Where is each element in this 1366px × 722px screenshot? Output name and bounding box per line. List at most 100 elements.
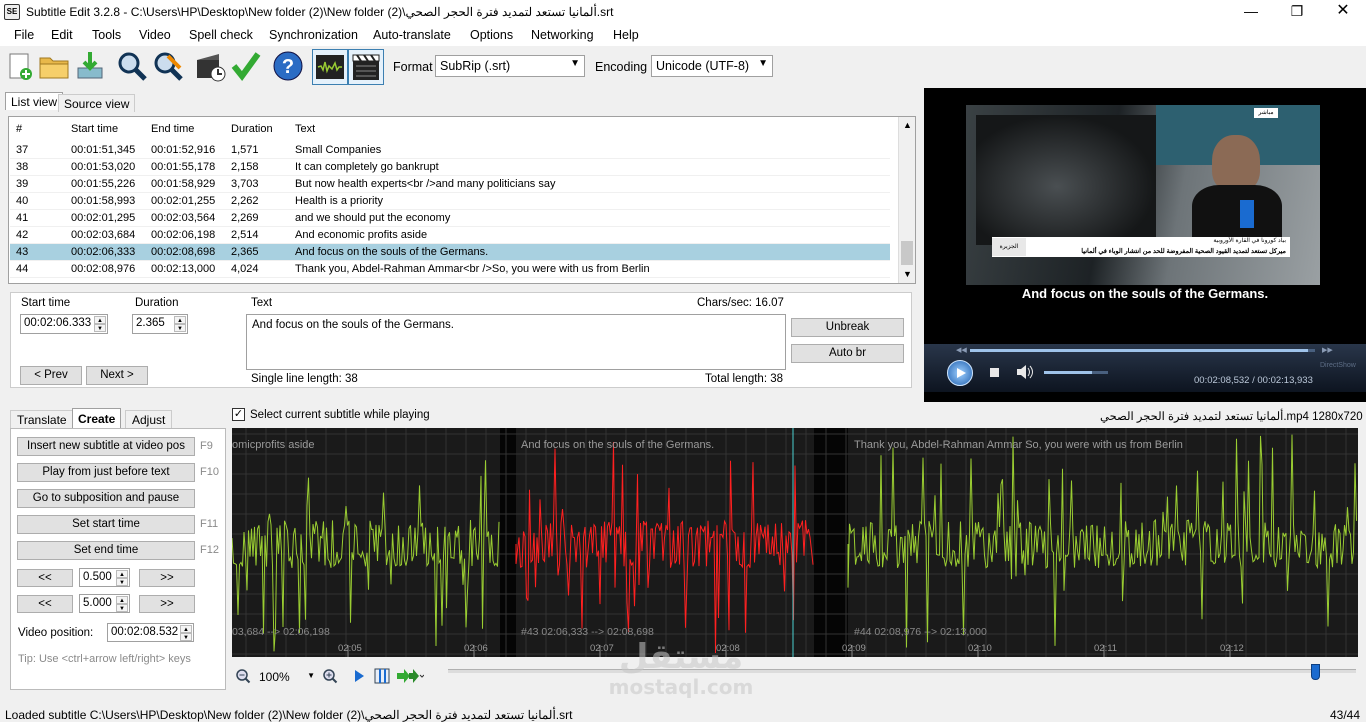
- scroll-up-icon[interactable]: ▲: [903, 120, 912, 130]
- table-row[interactable]: 43 00:02:06,333 00:02:08,698 2,365 And focus…: [10, 244, 890, 261]
- replace-icon[interactable]: [152, 50, 184, 82]
- col-number[interactable]: #: [16, 121, 22, 138]
- next-subtitle-arrows-icon[interactable]: [396, 668, 424, 684]
- new-file-icon[interactable]: [4, 50, 36, 82]
- shortcut-key: F10: [200, 466, 219, 478]
- stop-icon[interactable]: [990, 368, 999, 377]
- col-end-time[interactable]: End time: [151, 121, 194, 138]
- spin-up-icon[interactable]: ▲: [94, 316, 106, 324]
- scroll-thumb[interactable]: [901, 241, 913, 265]
- fast-forward-icon[interactable]: ▶▶: [1322, 346, 1333, 354]
- table-row[interactable]: 39 00:01:55,226 00:01:58,929 3,703 But now h…: [10, 176, 890, 193]
- menu-video[interactable]: Video: [139, 28, 171, 42]
- forward-small-button[interactable]: >>: [139, 569, 195, 587]
- tab-source-view[interactable]: Source view: [58, 94, 136, 112]
- table-row[interactable]: 41 00:02:01,295 00:02:03,564 2,269 and we sh…: [10, 210, 890, 227]
- format-select[interactable]: SubRip (.srt) ▼: [435, 55, 585, 77]
- table-row[interactable]: 42 00:02:03,684 00:02:06,198 2,514 And econo…: [10, 227, 890, 244]
- tab-adjust[interactable]: Adjust: [125, 410, 173, 429]
- set-end-time-button[interactable]: Set end time: [17, 541, 195, 560]
- menu-tools[interactable]: Tools: [92, 28, 121, 42]
- table-row[interactable]: 40 00:01:58,993 00:02:01,255 2,262 Health is…: [10, 193, 890, 210]
- gap-region: [814, 428, 848, 657]
- save-download-icon[interactable]: [74, 50, 106, 82]
- waveform-panel[interactable]: omicprofits aside And focus on the souls…: [232, 428, 1358, 657]
- open-folder-icon[interactable]: [38, 50, 70, 82]
- minimize-icon[interactable]: —: [1228, 0, 1274, 24]
- forward-large-button[interactable]: >>: [139, 595, 195, 613]
- col-start-time[interactable]: Start time: [71, 121, 118, 138]
- prev-button[interactable]: < Prev: [20, 366, 82, 385]
- shortcut-key: F12: [200, 544, 219, 556]
- visual-sync-icon[interactable]: [194, 50, 226, 82]
- waveform-grid-icon[interactable]: [374, 668, 390, 684]
- insert-new-subtitle-at-video-pos-button[interactable]: Insert new subtitle at video pos: [17, 437, 195, 456]
- subtitle-text-area[interactable]: And focus on the souls of the Germans.: [246, 314, 786, 370]
- table-row[interactable]: 37 00:01:51,345 00:01:52,916 1,571 Small Com…: [10, 142, 890, 159]
- waveform-toggle-button[interactable]: [312, 49, 348, 85]
- encoding-select[interactable]: Unicode (UTF-8) ▼: [651, 55, 773, 77]
- small-step-field[interactable]: 0.500 ▲ ▼: [79, 568, 130, 587]
- close-icon[interactable]: ✕: [1320, 0, 1366, 24]
- zoom-select[interactable]: 100% ▼: [256, 668, 318, 686]
- set-start-time-button[interactable]: Set start time: [17, 515, 195, 534]
- position-slider-thumb[interactable]: [1311, 664, 1320, 680]
- back-large-button[interactable]: <<: [17, 595, 73, 613]
- select-while-playing-checkbox[interactable]: ✓: [232, 408, 245, 421]
- zoom-in-icon[interactable]: [322, 668, 338, 684]
- video-toggle-button[interactable]: [348, 49, 384, 85]
- menu-spell-check[interactable]: Spell check: [189, 28, 253, 42]
- col-text[interactable]: Text: [295, 121, 315, 138]
- menu-synchronization[interactable]: Synchronization: [269, 28, 358, 42]
- menu-help[interactable]: Help: [613, 28, 639, 42]
- video-position-field[interactable]: 00:02:08.532 ▲ ▼: [107, 623, 194, 642]
- tab-translate[interactable]: Translate: [10, 410, 74, 429]
- spin-up-icon[interactable]: ▲: [174, 316, 186, 324]
- spell-check-icon[interactable]: [230, 50, 262, 82]
- tab-list-view[interactable]: List view: [5, 92, 64, 110]
- rewind-icon[interactable]: ◀◀: [956, 346, 967, 354]
- spin-down-icon[interactable]: ▼: [174, 324, 186, 332]
- spin-down-icon[interactable]: ▼: [116, 604, 128, 612]
- spin-up-icon[interactable]: ▲: [116, 596, 128, 604]
- segment-text-current: And focus on the souls of the Germans.: [521, 439, 715, 451]
- menu-edit[interactable]: Edit: [51, 28, 73, 42]
- go-to-subposition-and-pause-button[interactable]: Go to subposition and pause: [17, 489, 195, 508]
- menu-options[interactable]: Options: [470, 28, 513, 42]
- zoom-out-icon[interactable]: [235, 668, 251, 684]
- scroll-down-icon[interactable]: ▼: [903, 269, 912, 279]
- find-icon[interactable]: [116, 50, 148, 82]
- car-window-image: [976, 115, 1156, 245]
- play-button[interactable]: [947, 360, 973, 386]
- volume-icon[interactable]: [1016, 364, 1034, 380]
- menu-auto-translate[interactable]: Auto-translate: [373, 28, 451, 42]
- play-selection-icon[interactable]: [352, 669, 366, 683]
- unbreak-button[interactable]: Unbreak: [791, 318, 904, 337]
- col-duration[interactable]: Duration: [231, 121, 273, 138]
- large-step-field[interactable]: 5.000 ▲ ▼: [79, 594, 130, 613]
- grid-scrollbar[interactable]: ▲ ▼: [898, 117, 915, 283]
- back-small-button[interactable]: <<: [17, 569, 73, 587]
- maximize-icon[interactable]: ❐: [1274, 0, 1320, 24]
- tab-create[interactable]: Create: [72, 408, 122, 429]
- auto-br-button[interactable]: Auto br: [791, 344, 904, 363]
- play-from-just-before-text-button[interactable]: Play from just before text: [17, 463, 195, 482]
- next-button[interactable]: Next >: [86, 366, 148, 385]
- spin-down-icon[interactable]: ▼: [94, 324, 106, 332]
- spin-up-icon[interactable]: ▲: [116, 570, 128, 578]
- spin-down-icon[interactable]: ▼: [180, 633, 192, 641]
- chevron-down-icon: ▼: [570, 58, 580, 69]
- help-icon[interactable]: ?: [272, 50, 304, 82]
- duration-field[interactable]: 2.365 ▲ ▼: [132, 314, 188, 334]
- spin-up-icon[interactable]: ▲: [180, 625, 192, 633]
- position-track[interactable]: [448, 669, 1356, 673]
- spin-down-icon[interactable]: ▼: [116, 578, 128, 586]
- cell-start: 00:02:06,333: [71, 246, 136, 258]
- table-row[interactable]: 44 00:02:08,976 00:02:13,000 4,024 Thank you…: [10, 261, 890, 278]
- start-time-field[interactable]: 00:02:06.333 ▲ ▼: [20, 314, 108, 334]
- menu-file[interactable]: File: [14, 28, 34, 42]
- app-icon: SE: [4, 4, 20, 20]
- table-row[interactable]: 38 00:01:53,020 00:01:55,178 2,158 It can co…: [10, 159, 890, 176]
- menu-networking[interactable]: Networking: [531, 28, 594, 42]
- title-bar: SE Subtitle Edit 3.2.8 - C:\Users\HP\Des…: [0, 0, 1366, 24]
